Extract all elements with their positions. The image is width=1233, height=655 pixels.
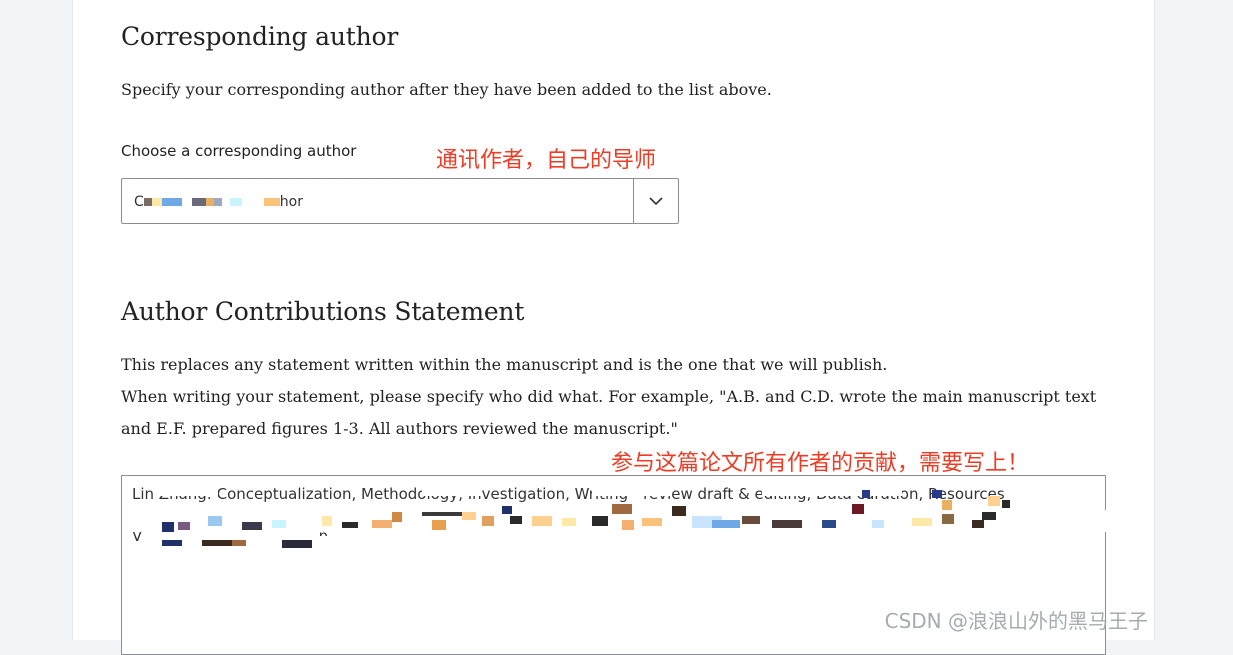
corresponding-author-description: Specify your corresponding author after … xyxy=(121,80,772,99)
selected-author-suffix: hor xyxy=(279,194,303,210)
selected-author-value: C hor xyxy=(134,192,303,212)
contributions-intro-line2: When writing your statement, please spec… xyxy=(121,387,1097,406)
contributions-text-line2 xyxy=(132,505,1062,526)
redaction-mark xyxy=(191,198,206,206)
contributions-intro-line3: and E.F. prepared figures 1-3. All autho… xyxy=(121,419,678,438)
redaction-mark xyxy=(181,198,192,206)
corresponding-author-annotation: 通讯作者，自己的导师 xyxy=(436,148,657,173)
csdn-watermark: CSDN @浪浪山外的黑马王子 xyxy=(884,609,1148,633)
form-card: Corresponding author Specify your corres… xyxy=(72,0,1155,655)
contributions-text: Lin Zhang: Conceptualization, Methodolog… xyxy=(132,484,1062,547)
corresponding-author-select[interactable]: C hor xyxy=(121,178,679,224)
contributions-text-line1: Lin Zhang: Conceptualization, Methodolog… xyxy=(132,485,1005,503)
redaction-mark xyxy=(151,198,162,206)
redaction-mark xyxy=(161,198,182,206)
redaction-mark xyxy=(143,198,152,206)
redaction-mark xyxy=(229,198,242,206)
author-contributions-heading: Author Contributions Statement xyxy=(121,297,525,326)
redaction-mark xyxy=(205,198,214,206)
redaction-mark xyxy=(263,198,280,206)
contributions-text-line3: V n. xyxy=(132,527,333,545)
chevron-down-icon[interactable] xyxy=(634,179,678,223)
contributions-annotation: 参与这篇论文所有作者的贡献，需要写上！ xyxy=(611,451,1030,476)
redaction-mark xyxy=(213,198,222,206)
redaction-mark xyxy=(241,198,264,206)
selected-author-prefix: C xyxy=(134,194,144,210)
redaction-mark xyxy=(221,198,230,206)
corresponding-author-label: Choose a corresponding author xyxy=(121,142,357,160)
contributions-intro-line1: This replaces any statement written with… xyxy=(121,355,888,374)
corresponding-author-heading: Corresponding author xyxy=(121,22,399,51)
